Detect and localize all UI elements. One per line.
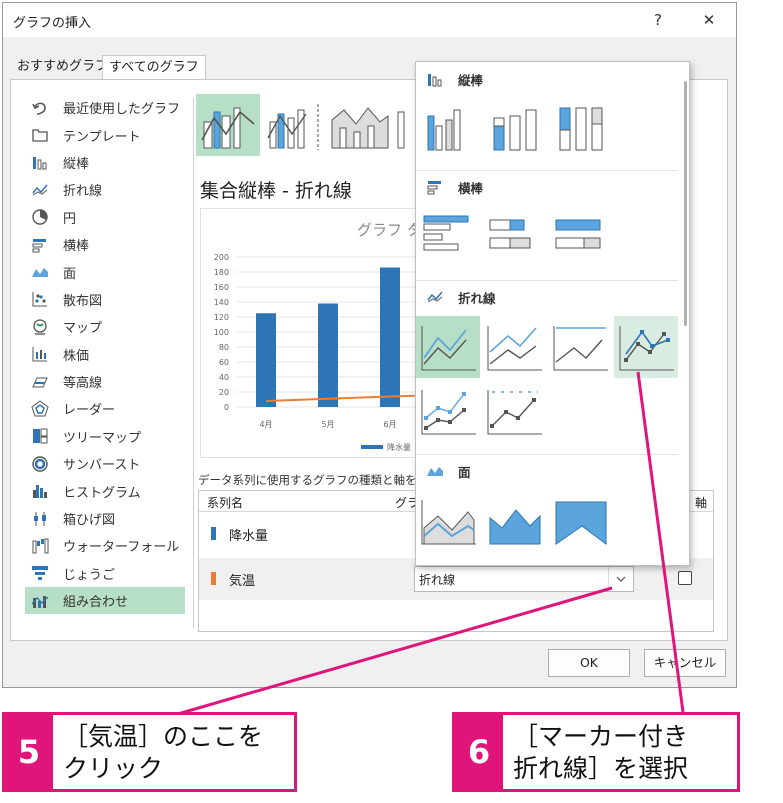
callout-line-2: クリック	[63, 754, 164, 783]
callout-line-1: ［マーカー付き	[513, 722, 689, 751]
step-number: 6	[455, 715, 503, 789]
callout-text: ［気温］のここを クリック	[63, 721, 263, 785]
callout-leaders	[139, 371, 685, 727]
leader-line-5	[139, 586, 613, 727]
leader-line-6	[636, 371, 685, 713]
callout-step-6: 6 ［マーカー付き 折れ線］を選択	[452, 712, 740, 792]
callout-line-1: ［気温］のここを	[63, 722, 264, 751]
step-number: 5	[5, 715, 53, 789]
callout-step-5: 5 ［気温］のここを クリック	[2, 712, 297, 792]
callout-line-2: 折れ線］を選択	[513, 754, 689, 783]
callout-text: ［マーカー付き 折れ線］を選択	[513, 721, 688, 785]
